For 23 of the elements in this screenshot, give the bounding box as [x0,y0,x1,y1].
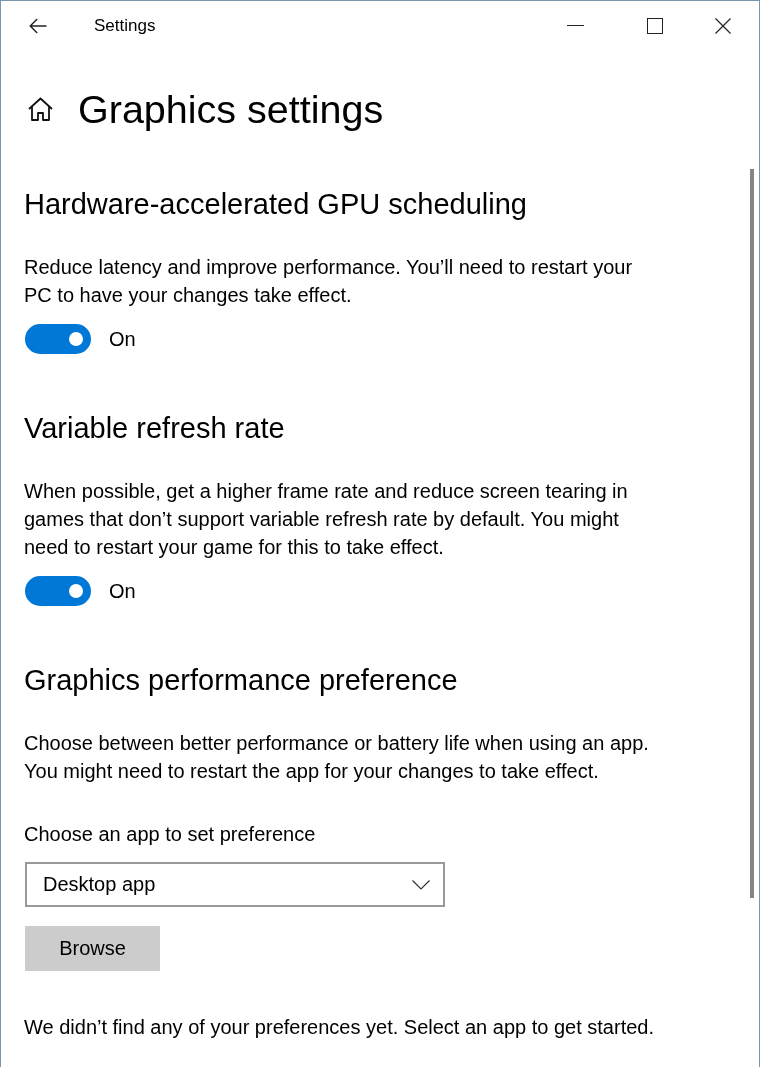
toggle-switch[interactable] [25,576,91,606]
section-heading: Hardware-accelerated GPU scheduling [24,187,528,222]
app-type-dropdown[interactable]: Desktop app [25,862,445,907]
section-heading: Graphics performance preference [24,663,459,698]
toggle-switch[interactable] [25,324,91,354]
section-description: Reduce latency and improve performance. You’ll need to restart your PC to have your changes take effect. [24,255,634,308]
page-title: Graphics settings [78,86,384,133]
back-arrow-icon [28,17,47,34]
toggle-label: On [109,579,136,603]
section-description: Choose between better performance or battery life when using an app. You might need to restart the app for your changes to take effect. [24,731,650,784]
chevron-down-icon [412,879,430,890]
minimize-icon [566,25,584,26]
maximize-icon [647,17,663,34]
toggle-label: On [109,327,136,351]
browse-button[interactable]: Browse [25,926,160,971]
field-label: Choose an app to set preference [24,822,317,847]
home-icon[interactable] [28,97,53,121]
scrollbar-thumb[interactable] [750,169,754,898]
section-description: When possible, get a higher frame rate and reduce screen tearing in games that don’t support variable refresh rate by default. You might need to restart your game for this to take effect. [24,479,629,560]
close-icon [715,17,731,34]
info-text: We didn’t find any of your preferences yet. Select an app to get started. [24,1015,655,1040]
window-title: Settings [94,15,156,36]
section-heading: Variable refresh rate [24,411,286,446]
